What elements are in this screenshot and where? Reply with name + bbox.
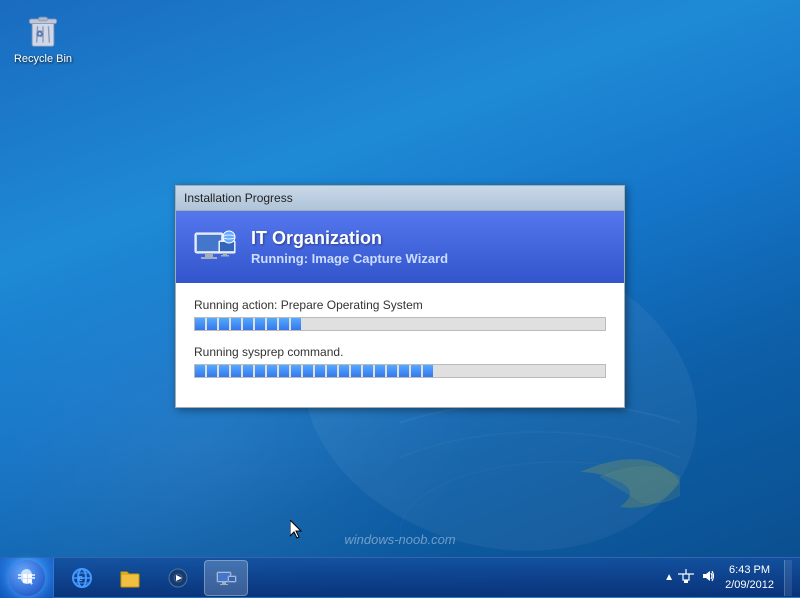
tray-volume-icon [701,569,715,586]
system-tray [678,569,715,586]
system-tray-area: ▲ 6:43 PM [656,558,800,597]
dialog-title: Installation Progress [184,191,293,205]
taskbar: e [0,557,800,597]
action2-label: Running sysprep command. [194,345,606,359]
taskbar-media[interactable] [156,560,200,596]
taskbar-apps: e [54,558,656,597]
installation-dialog: Installation Progress IT Organization [175,185,625,408]
date-display: 2/09/2012 [725,578,774,592]
progress-segments-2 [195,365,605,377]
time-display: 6:43 PM [729,563,770,577]
dialog-header-text: IT Organization Running: Image Capture W… [251,228,448,266]
taskbar-network-wizard[interactable] [204,560,248,596]
running-label: Running: Image Capture Wizard [251,251,448,266]
progress-bar-1 [194,317,606,331]
start-orb [9,560,45,596]
show-desktop-button[interactable] [784,560,792,596]
progress-segments-1 [195,318,605,330]
svg-text:e: e [78,573,83,583]
taskbar-ie[interactable]: e [60,560,104,596]
dialog-header: IT Organization Running: Image Capture W… [176,211,624,283]
svg-text:♻: ♻ [36,29,44,39]
recycle-bin-label: Recycle Bin [14,53,72,66]
recycle-bin-icon[interactable]: ♻ Recycle Bin [5,5,81,70]
tray-expand-button[interactable]: ▲ [664,572,674,583]
progress-bar-2 [194,364,606,378]
action1-label: Running action: Prepare Operating System [194,298,606,312]
org-icon [191,223,239,271]
clock[interactable]: 6:43 PM 2/09/2012 [719,563,780,592]
taskbar-explorer[interactable] [108,560,152,596]
org-name: IT Organization [251,228,448,249]
start-button[interactable] [0,558,54,598]
recycle-bin-image: ♻ [23,9,63,49]
tray-network-icon [678,569,694,586]
dialog-body: Running action: Prepare Operating System… [176,283,624,407]
dialog-titlebar: Installation Progress [176,186,624,211]
